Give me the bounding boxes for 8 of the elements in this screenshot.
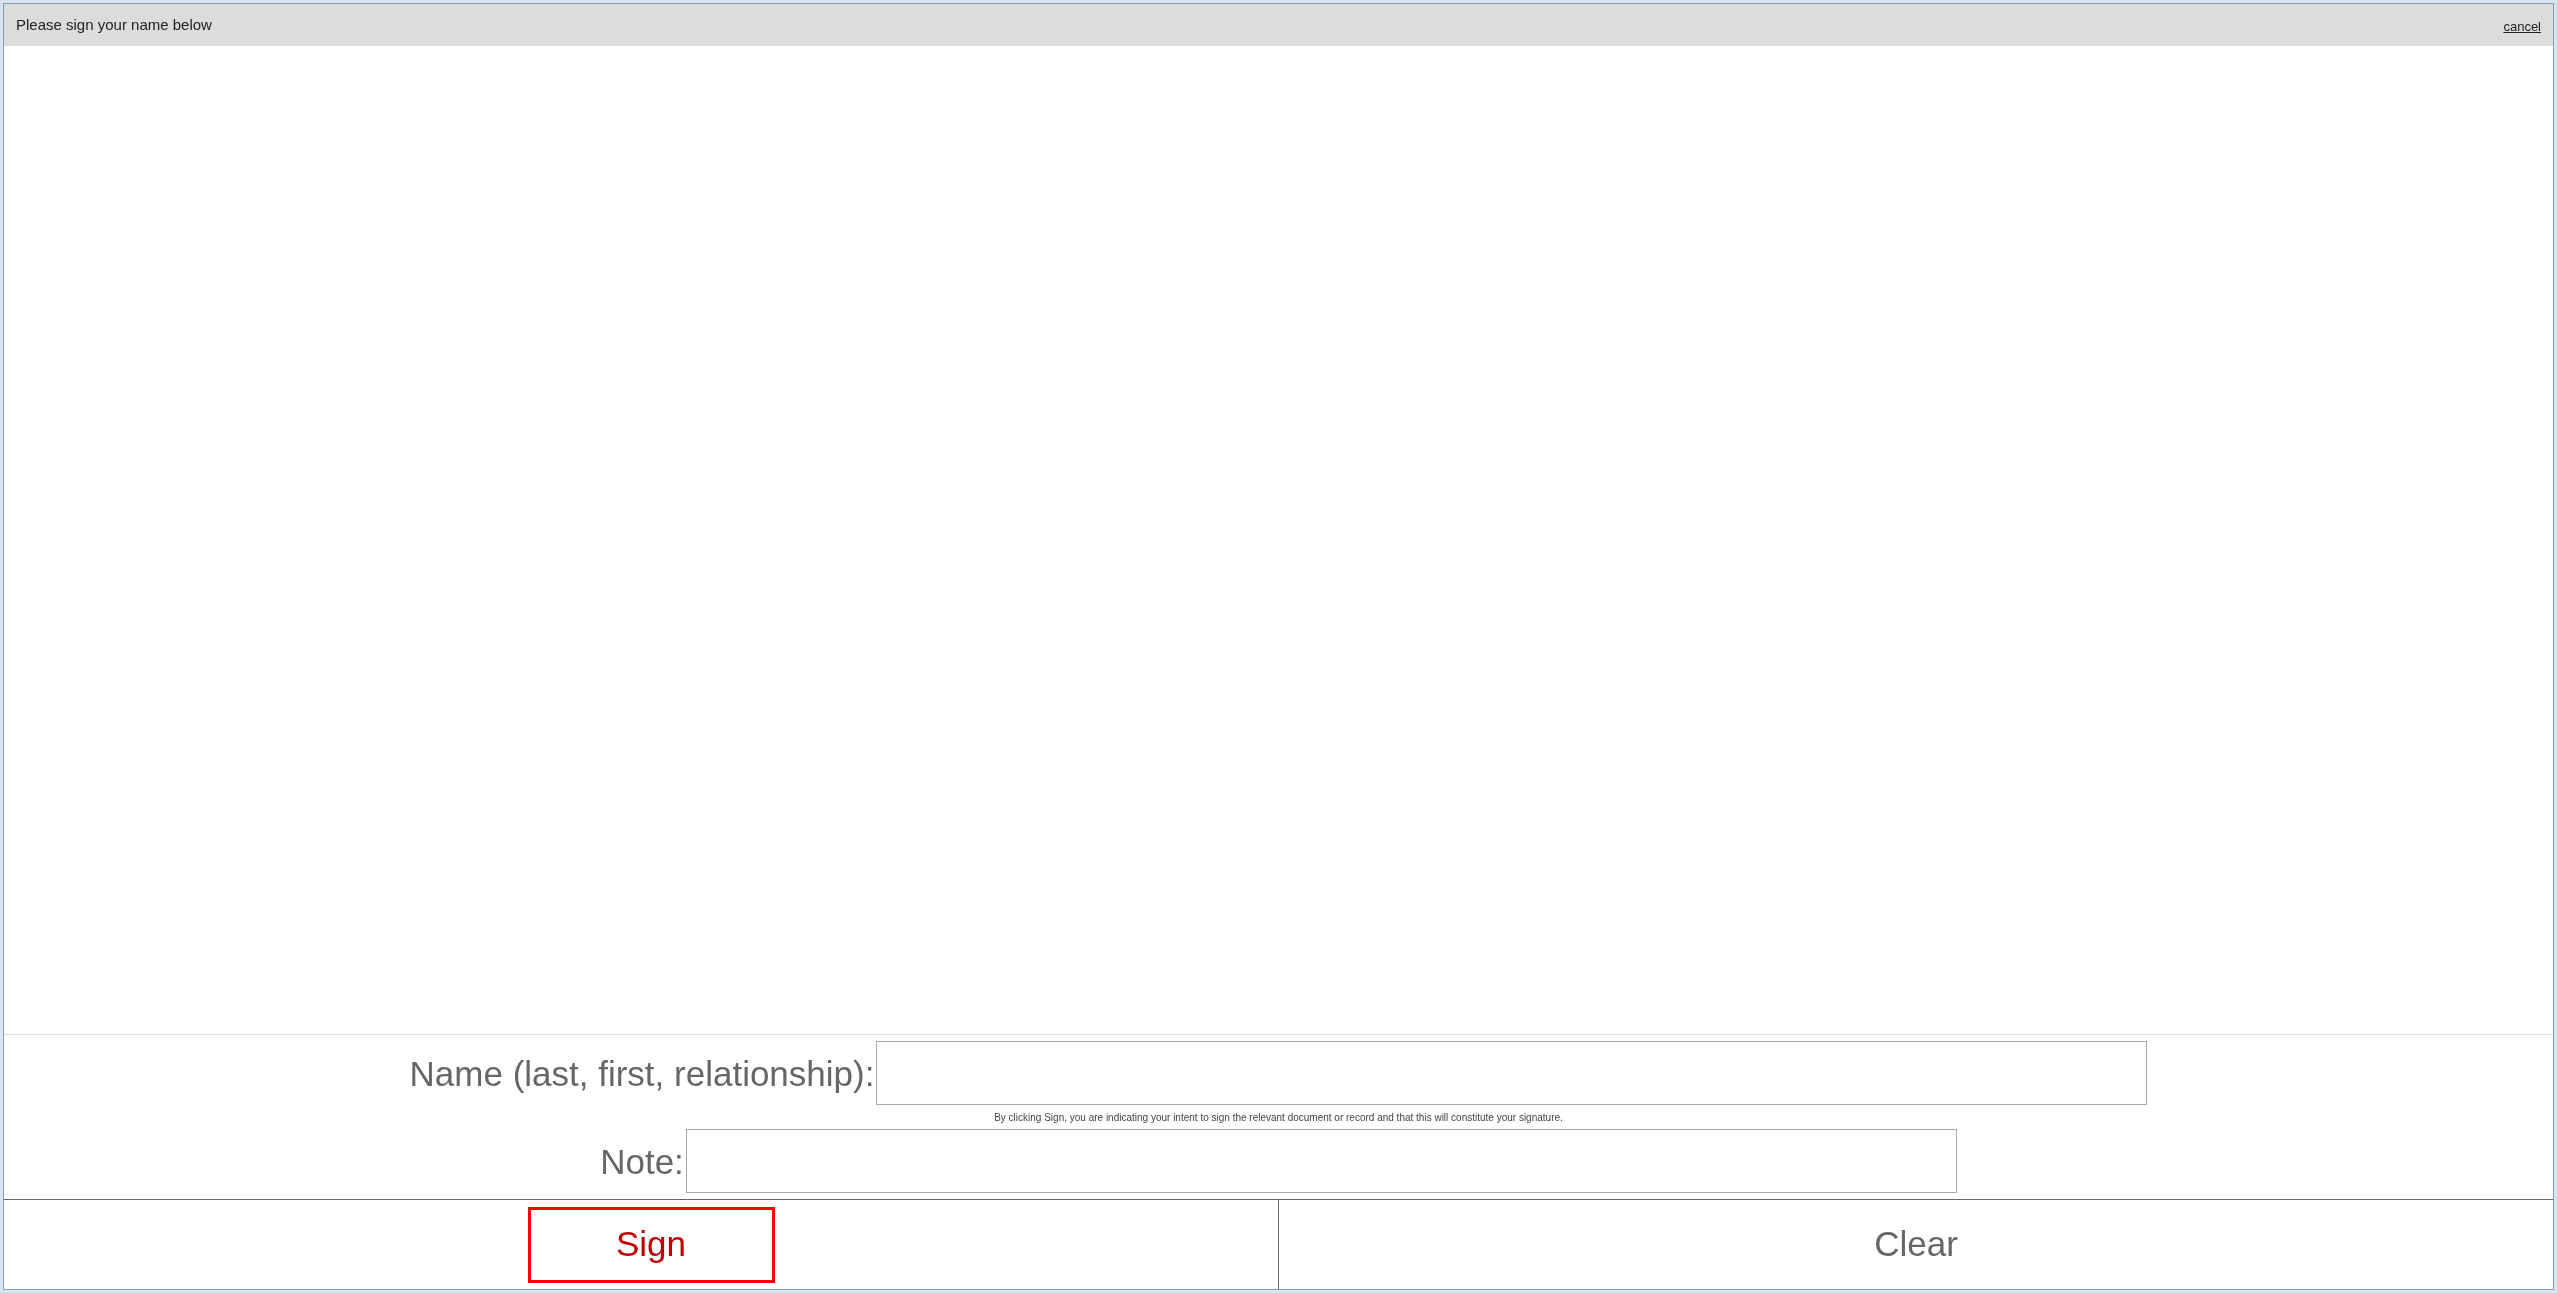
input-field[interactable] [876,1041,2148,1105]
disclaimer-text: By clicking Sign, you are indicating your intent to sign the relevant document or record and that this will constitute your signature. [994,1110,1563,1125]
action-button[interactable]: Sign [527,1206,775,1283]
cancel-link[interactable]: cancel [2503,17,2541,37]
field-label: Name (last, first, relationship): [409,1055,875,1091]
input-field[interactable] [685,1129,1957,1193]
field-label: Note: [600,1143,684,1179]
header-title: Please sign your name below [16,14,212,35]
